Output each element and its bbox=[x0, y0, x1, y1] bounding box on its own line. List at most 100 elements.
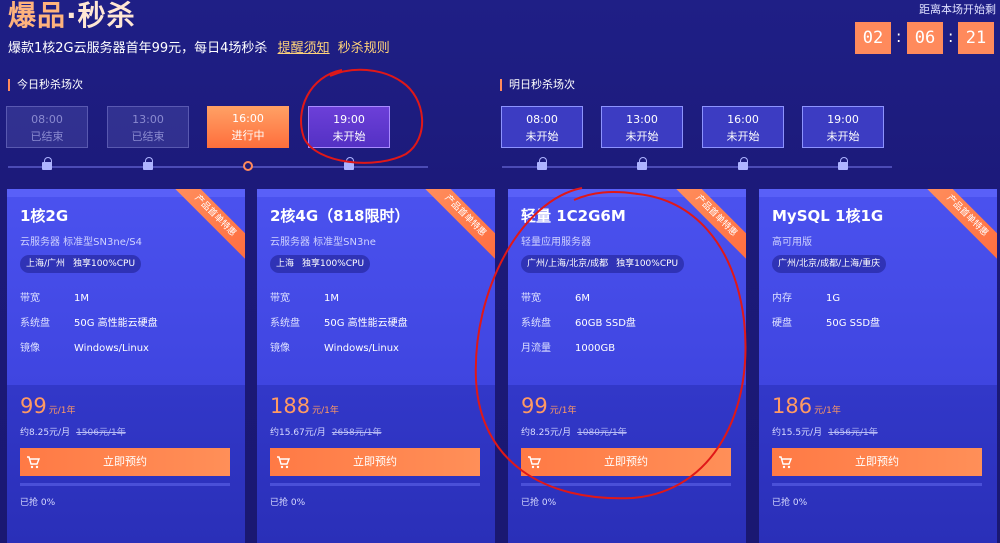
tomorrow-sessions-label: 明日秒杀场次 bbox=[500, 79, 575, 91]
sold-progress-bar bbox=[20, 483, 230, 486]
spec-value: Windows/Linux bbox=[324, 343, 399, 354]
session-time: 19:00 bbox=[827, 113, 859, 126]
price-detail: 约8.25元/月 1506元/1年 bbox=[20, 425, 126, 438]
per-month: 约15.5元/月 bbox=[772, 428, 823, 438]
card-title: 轻量 1C2G6M bbox=[521, 207, 626, 225]
promo-ribbon: 产品首单特惠 bbox=[667, 189, 746, 265]
sold-progress-bar bbox=[772, 483, 982, 486]
original-price: 1080元/1年 bbox=[577, 428, 627, 438]
product-card-1c2g: 产品首单特惠 1核2G 云服务器 标准型SN3ne/S4 上海/广州 独享100%… bbox=[7, 189, 245, 543]
cart-icon bbox=[27, 456, 40, 469]
spec-row: 系统盘 50G 高性能云硬盘 bbox=[20, 314, 158, 329]
spec-value: 1G bbox=[826, 293, 841, 304]
reserve-button[interactable]: 立即预约 bbox=[20, 448, 230, 476]
price-unit: 元/1年 bbox=[814, 406, 841, 416]
session-status: 未开始 bbox=[726, 130, 760, 143]
card-subtitle: 云服务器 标准型SN3ne/S4 bbox=[20, 237, 142, 248]
reserve-button-label: 立即预约 bbox=[103, 455, 147, 468]
spec-key: 系统盘 bbox=[20, 318, 50, 329]
session-time: 19:00 bbox=[333, 113, 365, 126]
session-status: 已结束 bbox=[131, 130, 165, 143]
card-title: MySQL 1核1G bbox=[772, 207, 884, 225]
session-time: 08:00 bbox=[31, 113, 63, 126]
product-card-2c4g: 产品首单特惠 2核4G（818限时） 云服务器 标准型SN3ne 上海 独享100… bbox=[257, 189, 495, 543]
card-subtitle: 高可用版 bbox=[772, 237, 812, 248]
spec-value: 1M bbox=[74, 293, 89, 304]
spec-value: 1M bbox=[324, 293, 339, 304]
spec-row: 系统盘 50G 高性能云硬盘 bbox=[270, 314, 408, 329]
tomorrow-session-1600[interactable]: 16:00 未开始 bbox=[702, 106, 784, 148]
price: 99 元/1年 bbox=[521, 394, 577, 418]
countdown-hours: 02 bbox=[855, 22, 891, 54]
per-month: 约8.25元/月 bbox=[521, 428, 572, 438]
per-month: 约15.67元/月 bbox=[270, 428, 326, 438]
product-card-mysql: 产品首单特惠 MySQL 1核1G 高可用版 广州/北京/成都/上海/重庆 内存… bbox=[759, 189, 997, 543]
spec-value: 6M bbox=[575, 293, 590, 304]
region-tag: 上海 bbox=[276, 259, 295, 269]
spec-row: 带宽 1M bbox=[20, 289, 89, 304]
card-title: 2核4G（818限时） bbox=[270, 207, 410, 225]
session-time: 16:00 bbox=[232, 112, 264, 125]
session-status: 未开始 bbox=[525, 130, 559, 143]
original-price: 1506元/1年 bbox=[76, 428, 126, 438]
lock-icon bbox=[42, 157, 52, 170]
card-top-edge bbox=[257, 189, 495, 197]
today-session-1600[interactable]: 16:00 进行中 bbox=[207, 106, 289, 148]
spec-key: 内存 bbox=[772, 293, 792, 304]
lock-icon bbox=[637, 157, 647, 170]
session-status: 未开始 bbox=[332, 130, 366, 143]
tomorrow-session-1300[interactable]: 13:00 未开始 bbox=[601, 106, 683, 148]
price: 188 元/1年 bbox=[270, 394, 339, 418]
spec-value: 50G SSD盘 bbox=[826, 318, 881, 329]
original-price: 2658元/1年 bbox=[331, 428, 382, 438]
session-status: 进行中 bbox=[231, 129, 265, 142]
price-value: 99 bbox=[20, 394, 47, 418]
card-tags: 广州/北京/成都/上海/重庆 bbox=[772, 255, 887, 273]
card-tags: 上海/广州 独享100%CPU bbox=[20, 255, 142, 273]
tomorrow-session-0800[interactable]: 08:00 未开始 bbox=[501, 106, 583, 148]
cart-icon bbox=[277, 456, 290, 469]
session-time: 16:00 bbox=[727, 113, 759, 126]
spec-key: 镜像 bbox=[270, 343, 290, 354]
today-session-0800[interactable]: 08:00 已结束 bbox=[6, 106, 88, 148]
cart-icon bbox=[528, 456, 541, 469]
sold-progress-bar bbox=[270, 483, 480, 486]
price-detail: 约15.5元/月 1656元/1年 bbox=[772, 425, 878, 438]
tomorrow-session-1900[interactable]: 19:00 未开始 bbox=[802, 106, 884, 148]
live-dot-icon bbox=[243, 161, 253, 171]
spec-row: 系统盘 60GB SSD盘 bbox=[521, 314, 636, 329]
countdown-seconds: 21 bbox=[958, 22, 994, 54]
session-time: 08:00 bbox=[526, 113, 558, 126]
cpu-tag: 独享100%CPU bbox=[302, 259, 365, 269]
today-session-1900[interactable]: 19:00 未开始 bbox=[308, 106, 390, 148]
spec-key: 镜像 bbox=[20, 343, 40, 354]
price: 99 元/1年 bbox=[20, 394, 76, 418]
reserve-button[interactable]: 立即预约 bbox=[772, 448, 982, 476]
notify-link[interactable]: 提醒须知 bbox=[278, 41, 330, 56]
spec-row: 镜像 Windows/Linux bbox=[20, 339, 149, 354]
reserve-button[interactable]: 立即预约 bbox=[521, 448, 731, 476]
region-tag: 广州/北京/成都/上海/重庆 bbox=[778, 259, 881, 269]
session-time: 13:00 bbox=[626, 113, 658, 126]
session-status: 已结束 bbox=[30, 130, 64, 143]
spec-value: 50G 高性能云硬盘 bbox=[324, 318, 408, 329]
today-sessions-label: 今日秒杀场次 bbox=[8, 79, 83, 91]
card-subtitle: 云服务器 标准型SN3ne bbox=[270, 237, 376, 248]
cart-icon bbox=[779, 456, 792, 469]
spec-row: 内存 1G bbox=[772, 289, 840, 304]
cpu-tag: 独享100%CPU bbox=[616, 259, 679, 269]
lock-icon bbox=[344, 157, 354, 170]
card-top-edge bbox=[508, 189, 746, 197]
lock-icon bbox=[838, 157, 848, 170]
cpu-tag: 独享100%CPU bbox=[73, 259, 136, 269]
today-session-1300[interactable]: 13:00 已结束 bbox=[107, 106, 189, 148]
spec-key: 系统盘 bbox=[521, 318, 551, 329]
price-unit: 元/1年 bbox=[48, 406, 76, 416]
reserve-button-label: 立即预约 bbox=[855, 455, 899, 468]
reserve-button-label: 立即预约 bbox=[353, 455, 397, 468]
spec-value: 1000GB bbox=[575, 343, 616, 354]
reserve-button[interactable]: 立即预约 bbox=[270, 448, 480, 476]
rules-link[interactable]: 秒杀规则 bbox=[338, 41, 390, 56]
spec-key: 带宽 bbox=[20, 293, 40, 304]
sold-text: 已抢 0% bbox=[270, 498, 306, 508]
